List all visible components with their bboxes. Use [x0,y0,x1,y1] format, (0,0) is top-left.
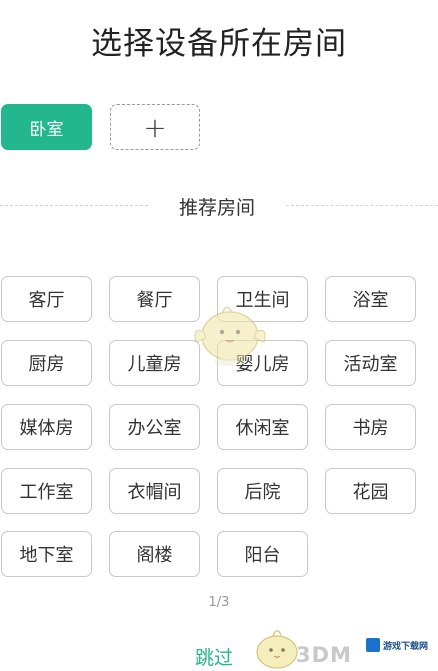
selected-room-chip-bedroom[interactable]: 卧室 [1,104,92,150]
site-badge: 游戏下载网 [366,633,436,657]
site-logo-icon [366,638,380,652]
page-title: 选择设备所在房间 [91,26,347,62]
room-chip[interactable]: 后院 [217,468,308,514]
room-chip[interactable]: 媒体房 [1,404,92,450]
room-chip[interactable]: 婴儿房 [217,340,308,386]
room-chip[interactable]: 工作室 [1,468,92,514]
divider-right [286,205,438,206]
room-chip[interactable]: 阳台 [217,531,308,577]
room-chip[interactable]: 厨房 [1,340,92,386]
room-chip[interactable]: 办公室 [109,404,200,450]
room-chip[interactable]: 花园 [325,468,416,514]
room-chip[interactable]: 阁楼 [109,531,200,577]
room-chip[interactable]: 书房 [325,404,416,450]
room-chip[interactable]: 活动室 [325,340,416,386]
recommended-rooms-heading: 推荐房间 [178,197,255,219]
room-chip[interactable]: 休闲室 [217,404,308,450]
room-chip[interactable]: 衣帽间 [109,468,200,514]
room-chip[interactable]: 地下室 [1,531,92,577]
watermark-logo-3dm: 3DM [296,643,352,667]
room-chip[interactable]: 儿童房 [109,340,200,386]
room-chip[interactable]: 客厅 [1,276,92,322]
room-chip[interactable]: 浴室 [325,276,416,322]
skip-button[interactable]: 跳过 [195,643,233,670]
page-indicator: 1/3 [208,595,230,610]
add-room-button[interactable]: + [110,104,200,150]
room-chip[interactable]: 餐厅 [109,276,200,322]
divider-left [0,205,148,206]
site-badge-text: 游戏下载网 [383,641,429,652]
room-chip[interactable]: 卫生间 [217,276,308,322]
